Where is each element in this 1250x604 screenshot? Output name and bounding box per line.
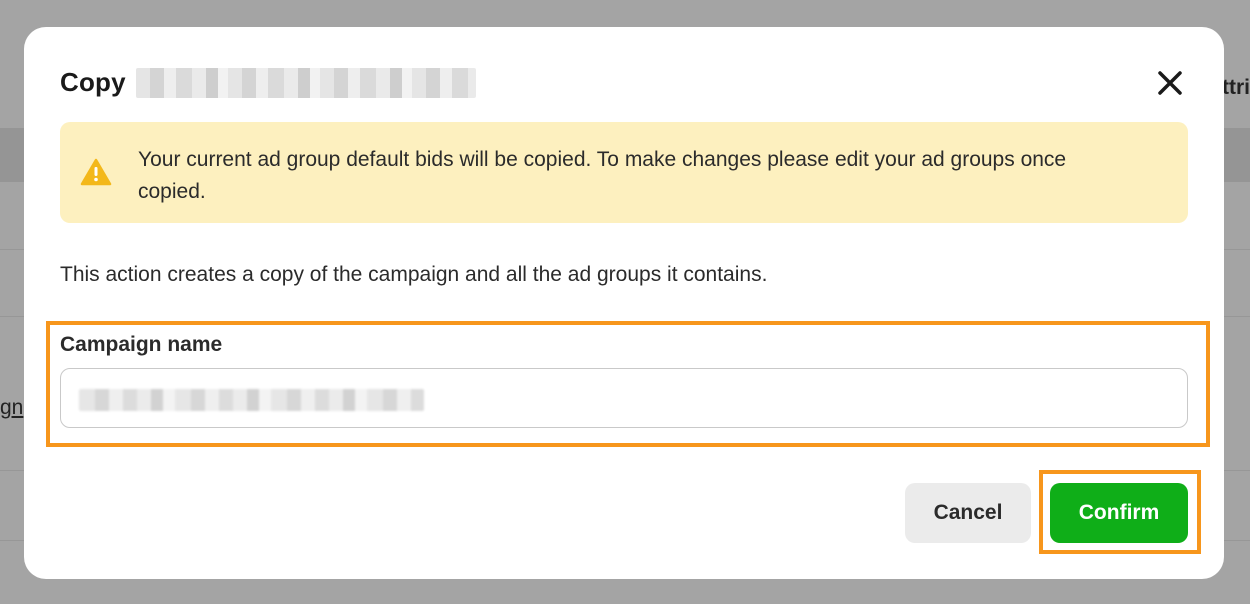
background-column-header: ttri [1222, 76, 1250, 99]
close-button[interactable] [1154, 67, 1186, 99]
dialog-header: Copy [60, 67, 476, 98]
redacted-input-value [79, 389, 424, 411]
campaign-name-label: Campaign name [60, 333, 223, 356]
confirm-button[interactable]: Confirm [1050, 483, 1188, 543]
warning-icon [80, 158, 112, 186]
campaign-name-input[interactable] [60, 368, 1188, 428]
close-icon [1158, 71, 1182, 95]
background-link: gn [0, 396, 24, 419]
dialog-description: This action creates a copy of the campai… [60, 263, 768, 286]
redacted-campaign-title [135, 67, 476, 98]
cancel-button[interactable]: Cancel [905, 483, 1031, 543]
warning-alert: Your current ad group default bids will … [60, 122, 1188, 223]
alert-message: Your current ad group default bids will … [138, 148, 1067, 203]
copy-campaign-dialog: Copy Your current ad group default bids … [24, 27, 1224, 579]
dialog-title: Copy [60, 67, 126, 97]
